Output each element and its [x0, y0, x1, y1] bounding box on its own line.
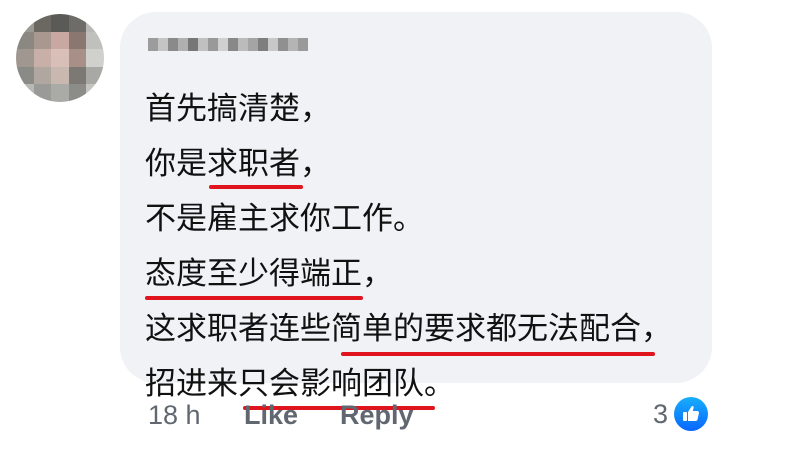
comment-line: 不是雇主求你工作。	[145, 201, 424, 237]
comment-actions: 18 h Like Reply	[148, 400, 414, 431]
thumbs-up-icon	[674, 397, 709, 431]
comment-line: 首先搞清楚，	[145, 91, 331, 127]
comment-line: 态度至少得端正，	[145, 247, 672, 302]
comment-line: 这求职者连些简单的要求都无法配合，	[145, 302, 672, 357]
author-name-redacted[interactable]	[148, 38, 308, 64]
reaction-count: 3	[653, 398, 669, 429]
red-underline	[145, 296, 363, 300]
red-underline	[341, 352, 655, 356]
comment-text: 首先搞清楚， 你是求职者， 不是雇主求你工作。 态度至少得端正， 这求职者连些简…	[145, 82, 672, 412]
timestamp[interactable]: 18 h	[148, 400, 201, 431]
reply-button[interactable]: Reply	[340, 400, 414, 431]
red-underline	[209, 185, 303, 189]
like-button[interactable]: Like	[244, 400, 298, 431]
avatar[interactable]	[16, 14, 104, 102]
reaction-summary[interactable]: 3	[653, 396, 709, 432]
comment-line: 你是求职者，	[145, 137, 672, 192]
